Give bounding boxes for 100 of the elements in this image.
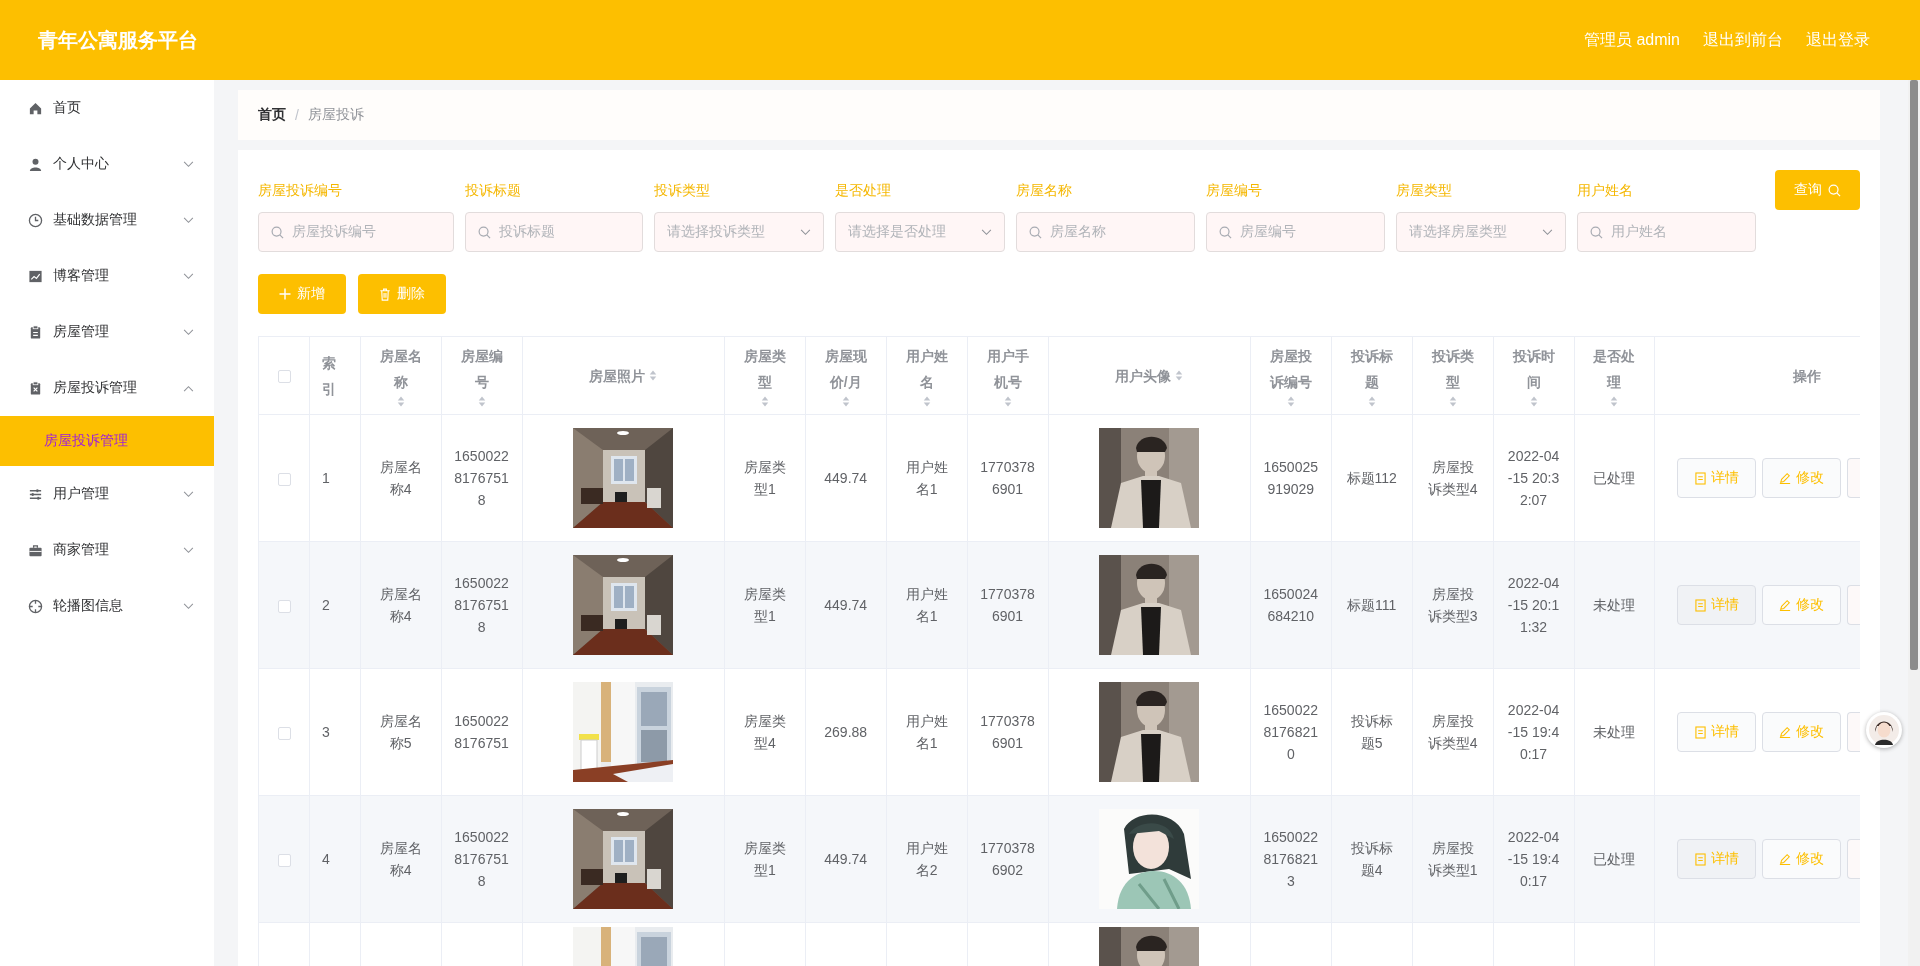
sort-icon[interactable] (1448, 395, 1457, 408)
table-cell: 449.74 (805, 414, 887, 542)
checkbox[interactable] (277, 472, 291, 486)
table-cell: 449.74 (805, 795, 887, 923)
sidebar-item[interactable]: 商家管理 (0, 522, 214, 578)
table-cell: 房屋类型1 (724, 795, 806, 923)
details-button[interactable]: 详情 (1677, 839, 1757, 879)
column-header: 房屋照片 (589, 366, 646, 386)
pencil-icon (1779, 472, 1792, 484)
sidebar-subitem[interactable]: 房屋投诉管理 (0, 416, 214, 466)
chevron-icon (981, 228, 992, 236)
sidebar-item[interactable]: 个人中心 (0, 136, 214, 192)
header-link[interactable]: 退出到前台 (1703, 29, 1783, 51)
table-cell: 449.74 (805, 541, 887, 669)
sort-icon[interactable] (396, 395, 405, 408)
edit-button[interactable]: 修改 (1762, 458, 1842, 498)
filter-label: 房屋名称 (1016, 182, 1073, 200)
chat-avatar-icon[interactable] (1866, 712, 1902, 748)
table-cell: 16500228176751 (441, 668, 522, 796)
table-cell: 4 (309, 795, 361, 923)
sidebar-item[interactable]: 轮播图信息 (0, 578, 214, 634)
edit-button[interactable]: 修改 (1762, 839, 1842, 879)
header-link[interactable]: 管理员 admin (1583, 29, 1680, 51)
table-cell: 投诉标题5 (1331, 668, 1413, 796)
add-button[interactable]: 新增 (258, 274, 346, 314)
sort-icon[interactable] (1367, 395, 1376, 408)
sidebar-item[interactable]: 用户管理 (0, 466, 214, 522)
sidebar-item[interactable]: 房屋投诉管理 (0, 360, 214, 416)
table-cell: 未处理 (1574, 541, 1655, 669)
trash-icon (379, 287, 391, 301)
scrollbar[interactable] (1908, 80, 1920, 966)
sidebar-item[interactable]: 房屋管理 (0, 304, 214, 360)
table-cell: 房屋名称5 (360, 668, 442, 796)
details-button[interactable]: 详情 (1677, 585, 1757, 625)
table-cell: 房屋类型1 (724, 541, 806, 669)
sort-icon[interactable] (1175, 369, 1184, 382)
column-header: 投诉标题 (1349, 347, 1394, 392)
delete-button[interactable]: 删除 (358, 274, 446, 314)
briefcase-icon (28, 542, 43, 558)
column-header: 房屋现价/月 (823, 347, 868, 392)
table-cell: 17703786901 (967, 668, 1048, 796)
column-header: 房屋投诉编号 (1268, 347, 1313, 392)
breadcrumb-item[interactable]: 首页 (258, 106, 286, 124)
column-header: 房屋类型 (742, 347, 787, 392)
sidebar-item[interactable]: 首页 (0, 80, 214, 136)
sort-icon[interactable] (1529, 395, 1538, 408)
table-cell: 房屋名称4 (360, 541, 442, 669)
sort-icon[interactable] (760, 395, 769, 408)
sort-icon[interactable] (1003, 395, 1012, 408)
search-icon (271, 225, 284, 239)
sort-icon[interactable] (1286, 395, 1295, 408)
input-field[interactable]: 房屋编号 (1206, 212, 1385, 252)
sidebar-item[interactable]: 基础数据管理 (0, 192, 214, 248)
header-link[interactable]: 退出登录 (1806, 29, 1870, 51)
input-field[interactable]: 房屋名称 (1016, 212, 1195, 252)
table-cell: 165002281768210 (1250, 668, 1332, 796)
sort-icon[interactable] (1610, 395, 1619, 408)
input-field[interactable]: 用户姓名 (1577, 212, 1756, 252)
table-cell: 269.88 (805, 668, 887, 796)
column-header: 房屋名称 (378, 347, 423, 392)
table-cell: 房屋投诉类型1 (1412, 795, 1494, 923)
checkbox[interactable] (277, 726, 291, 740)
table-cell: 165002281767518 (441, 541, 522, 669)
checkbox[interactable] (277, 370, 291, 384)
input-field[interactable]: 房屋投诉编号 (258, 212, 454, 252)
filter-label: 用户姓名 (1577, 182, 1634, 200)
checkbox[interactable] (277, 599, 291, 613)
sidebar-item[interactable]: 博客管理 (0, 248, 214, 304)
clipboard-icon (28, 324, 43, 340)
search-icon (1029, 225, 1042, 239)
sort-icon[interactable] (841, 395, 850, 408)
table-cell: 房屋投诉类型3 (1412, 541, 1494, 669)
details-button[interactable]: 详情 (1677, 712, 1757, 752)
input-field[interactable]: 投诉标题 (465, 212, 643, 252)
table-cell: 房屋投诉类型4 (1412, 414, 1494, 542)
column-header: 是否处理 (1592, 347, 1637, 392)
table-cell: 已处理 (1574, 795, 1655, 923)
select-field[interactable]: 请选择房屋类型 (1396, 212, 1566, 252)
filter-label: 房屋编号 (1206, 182, 1263, 200)
document-icon (1694, 725, 1706, 739)
search-icon (478, 225, 491, 239)
edit-button[interactable]: 修改 (1762, 585, 1842, 625)
filter-label: 房屋类型 (1396, 182, 1453, 200)
sort-icon[interactable] (922, 395, 931, 408)
column-header: 房屋编号 (459, 347, 504, 392)
edit-button[interactable]: 修改 (1762, 712, 1842, 752)
checkbox[interactable] (277, 853, 291, 867)
chart-icon (28, 268, 43, 284)
table-cell: 标题112 (1331, 414, 1413, 542)
sort-icon[interactable] (649, 369, 658, 382)
filter-label: 投诉标题 (465, 182, 522, 200)
document-icon (1694, 471, 1706, 485)
select-field[interactable]: 请选择是否处理 (835, 212, 1005, 252)
details-button[interactable]: 详情 (1677, 458, 1757, 498)
sort-icon[interactable] (477, 395, 486, 408)
search-button[interactable]: 查询 (1775, 170, 1860, 210)
select-field[interactable]: 请选择投诉类型 (654, 212, 824, 252)
chevron-icon (183, 328, 194, 336)
table-cell: 用户姓名1 (886, 668, 968, 796)
column-header: 投诉类型 (1430, 347, 1475, 392)
